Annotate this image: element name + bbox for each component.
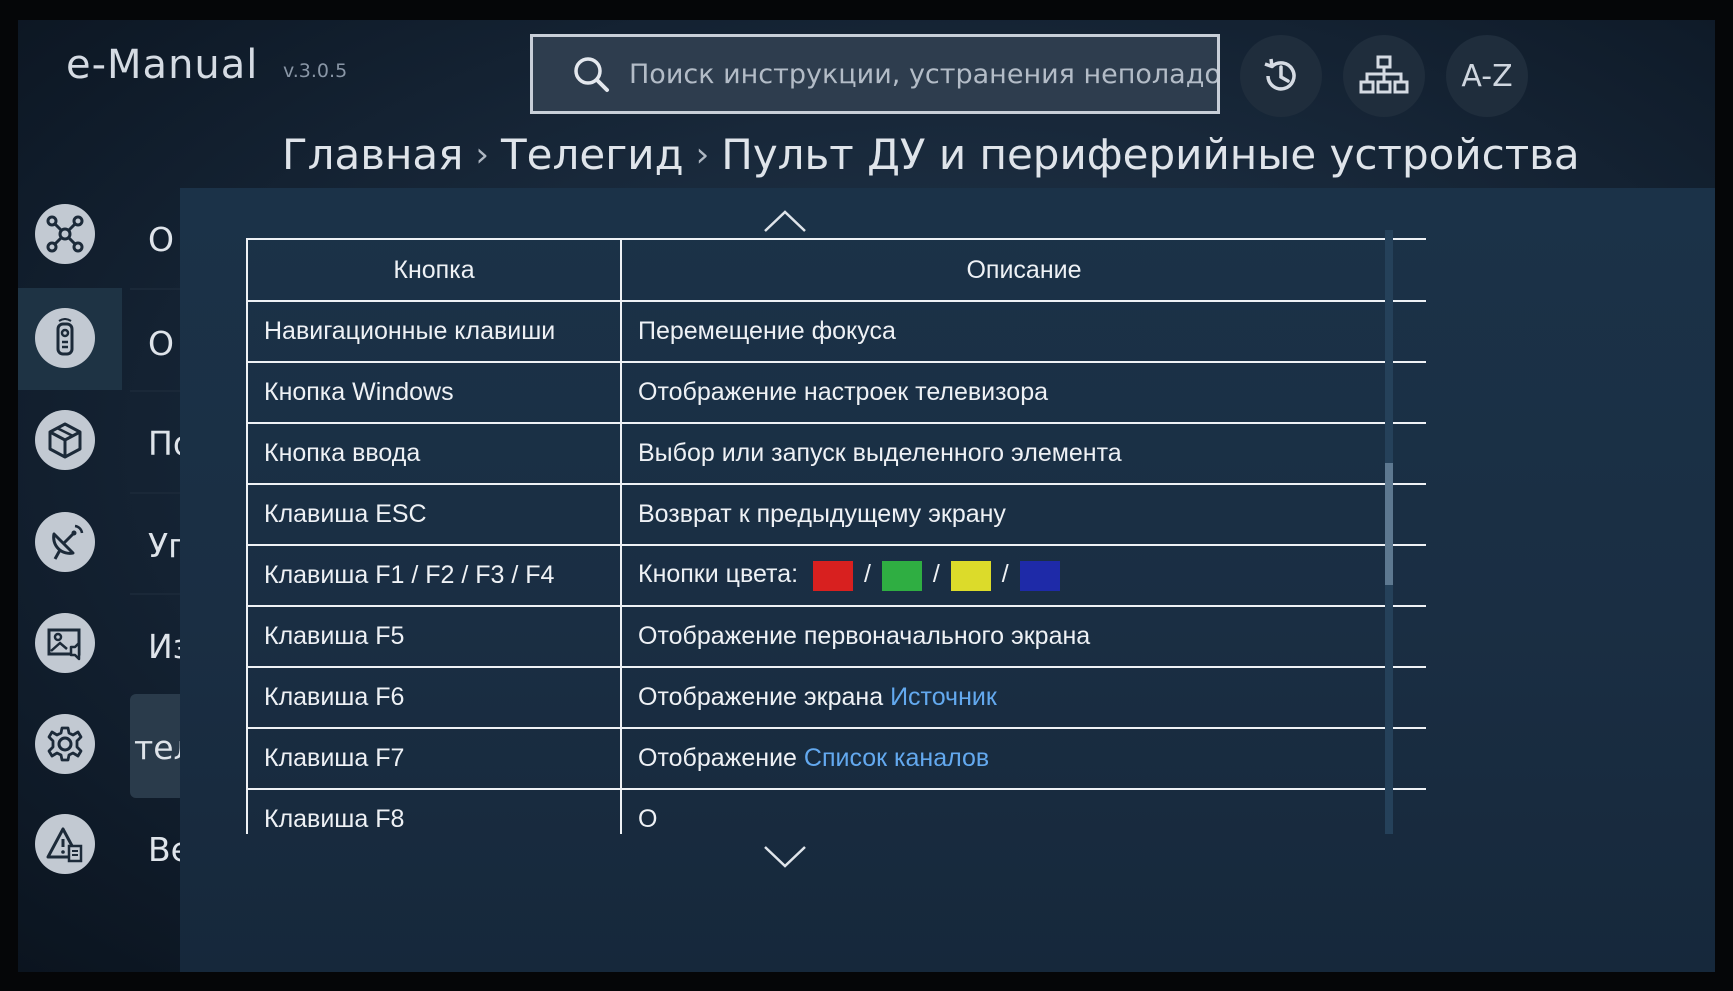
red-color-swatch [813,560,854,591]
network-hub-icon [35,204,95,264]
yellow-color-swatch [950,560,991,591]
breadcrumb-home[interactable]: Главная [282,130,463,179]
swatch-separator: / [1001,560,1009,589]
sitemap-button[interactable] [1343,35,1425,117]
description-cell: Отображение Список каналов [620,727,1426,790]
app-version: v.3.0.5 [283,60,348,82]
scroll-up-chevron-icon[interactable] [762,208,808,234]
sidebar-item-general[interactable]: тел [18,694,180,796]
description-text: Отображение экрана [638,683,884,711]
table-header-row: Кнопка Описание [246,238,1426,302]
sidebar-item-label: тел [134,728,180,767]
description-text: Отображение [638,744,797,772]
search-icon [574,57,609,92]
breadcrumb-current: Пульт ДУ и периферийные устройства [721,130,1580,179]
breadcrumb: Главная › Телегид › Пульт ДУ и периферий… [282,130,1580,179]
sitemap-icon [1359,55,1409,94]
picture-sound-icon [35,613,95,673]
description-cell: Перемещение фокуса [620,300,1426,363]
sidebar-item-broadcast[interactable]: Уг [18,492,180,594]
table-row: Кнопка ввода Выбор или запуск выделенног… [246,422,1426,485]
description-cell: Кнопки цвета: / / / [620,544,1426,607]
sidebar-item-label: Ве [148,830,180,869]
sidebar-item-label: По [148,424,180,463]
green-color-swatch [881,560,922,591]
column-header-description: Описание [620,238,1426,302]
description-cell: Отображение экрана Источник [620,666,1426,729]
sidebar-item-troubleshooting[interactable]: Ве [18,794,180,896]
table-row: Клавиша ESC Возврат к предыдущему экрану [246,483,1426,546]
tv-screen: e-Manual v.3.0.5 Поиск инструкции, устра… [18,20,1715,972]
key-mapping-table: Кнопка Описание Навигационные клавиши Пе… [246,238,1426,834]
search-input[interactable]: Поиск инструкции, устранения неполадок и… [530,34,1220,114]
satellite-dish-icon [35,512,95,572]
blue-color-swatch [1019,560,1060,591]
key-cell: Клавиша F6 [246,666,622,729]
app-title: e-Manual [66,42,259,88]
table-row: Кнопка Windows Отображение настроек теле… [246,361,1426,424]
sidebar-item-remote[interactable]: О [18,288,178,390]
breadcrumb-tv-guide[interactable]: Телегид [501,130,684,179]
key-cell: Клавиша F5 [246,605,622,668]
table-row: Клавиша F5 Отображение первоначального э… [246,605,1426,668]
table-row: Клавиша F8 О [246,788,1426,834]
channel-list-link[interactable]: Список каналов [804,744,989,772]
key-cell: Навигационные клавиши [246,300,622,363]
description-cell: Выбор или запуск выделенного элемента [620,422,1426,485]
swatch-separator: / [932,560,940,589]
gear-icon [35,714,95,774]
key-cell: Клавиша ESC [246,483,622,546]
description-cell: Возврат к предыдущему экрану [620,483,1426,546]
breadcrumb-separator: › [475,134,490,175]
table-row: Клавиша F1 / F2 / F3 / F4 Кнопки цвета: … [246,544,1426,607]
key-cell: Клавиша F7 [246,727,622,790]
az-index-button[interactable]: A-Z [1446,35,1528,117]
scrollbar-thumb[interactable] [1385,463,1393,585]
history-button[interactable] [1240,35,1322,117]
box-cube-icon [35,410,95,470]
column-header-button: Кнопка [246,238,622,302]
az-label: A-Z [1461,58,1513,94]
sidebar-item-label: Уг [148,526,180,565]
remote-control-icon [35,308,95,368]
key-cell: Клавиша F1 / F2 / F3 / F4 [246,544,622,607]
description-cell: Отображение первоначального экрана [620,605,1426,668]
scroll-down-chevron-icon[interactable] [762,844,808,870]
sidebar-item-label: О [148,220,174,259]
category-sidebar: О О П Уг И те В [18,188,180,972]
swatch-separator: / [863,560,871,589]
sidebar-item-label: Из [148,627,180,666]
table-row: Навигационные клавиши Перемещение фокуса [246,300,1426,363]
key-cell: Кнопка Windows [246,361,622,424]
color-keys-label: Кнопки цвета: [638,560,799,589]
source-link[interactable]: Источник [890,683,997,711]
key-cell: Клавиша F8 [246,788,622,834]
content-panel: Кнопка Описание Навигационные клавиши Пе… [180,188,1715,972]
breadcrumb-separator: › [695,134,710,175]
key-cell: Кнопка ввода [246,422,622,485]
sidebar-item-smart-features[interactable]: По [18,390,180,492]
sidebar-item-label: О [148,324,174,363]
sidebar-item-connections[interactable]: О [18,188,178,290]
sidebar-item-picture-sound[interactable]: Из [18,593,180,695]
description-cell: Отображение настроек телевизора [620,361,1426,424]
search-placeholder: Поиск инструкции, устранения неполадок и… [629,58,1220,90]
table-row: Клавиша F6 Отображение экрана Источник [246,666,1426,729]
history-icon [1264,58,1296,91]
table-row: Клавиша F7 Отображение Список каналов [246,727,1426,790]
description-cell: О [620,788,1426,834]
warning-document-icon [35,814,95,874]
